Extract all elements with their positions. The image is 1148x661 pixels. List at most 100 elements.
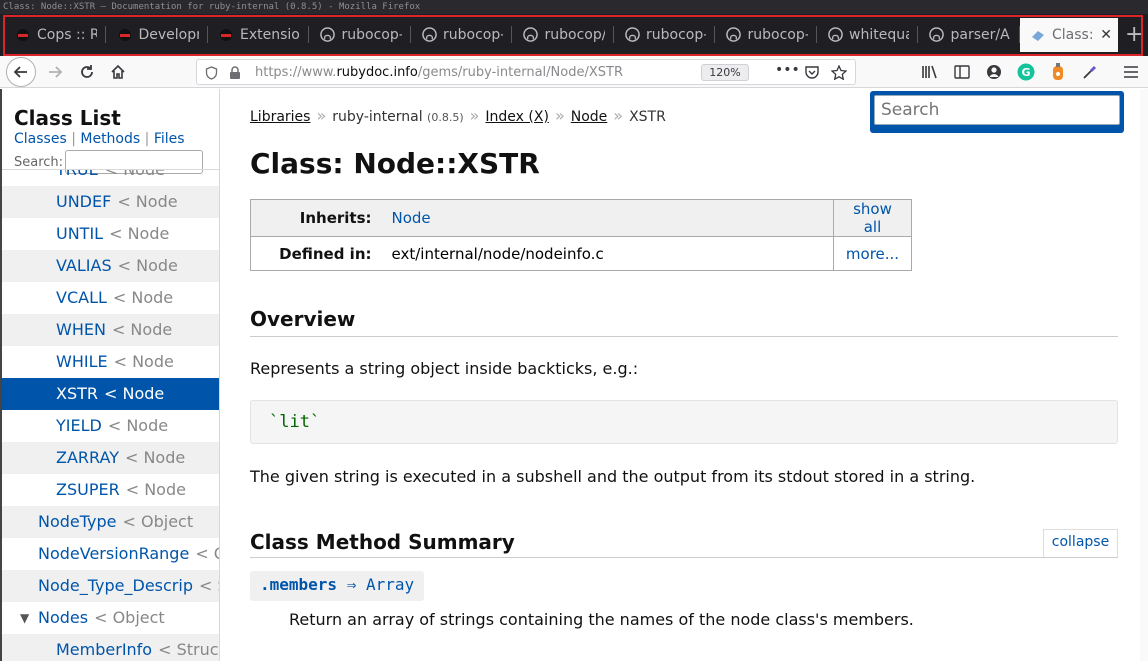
- superclass: < Node: [125, 480, 186, 499]
- library-icon[interactable]: [921, 63, 939, 81]
- menu-hamburger-icon[interactable]: [1122, 63, 1140, 81]
- page-actions-icon[interactable]: •••: [775, 62, 800, 78]
- grammarly-icon[interactable]: G: [1017, 63, 1035, 81]
- class-list-item[interactable]: ▼ Nodes < Object: [2, 602, 219, 634]
- class-name[interactable]: XSTR: [56, 384, 98, 403]
- tab-label: rubocop/: [544, 26, 605, 43]
- class-list-item[interactable]: TRUE < Node: [2, 170, 219, 186]
- class-list-item[interactable]: WHEN < Node: [2, 314, 219, 346]
- class-name[interactable]: Nodes: [38, 608, 88, 627]
- class-name[interactable]: UNTIL: [56, 224, 103, 243]
- class-list-item[interactable]: VCALL < Node: [2, 282, 219, 314]
- class-list-item[interactable]: UNDEF < Node: [2, 186, 219, 218]
- breadcrumb-index[interactable]: Index (X): [485, 109, 549, 125]
- zoom-level-badge[interactable]: 120%: [701, 64, 749, 81]
- inherits-link[interactable]: Node: [392, 209, 431, 227]
- rubocop-icon: [15, 27, 31, 43]
- method-signature[interactable]: .members ⇒ Array: [250, 571, 425, 601]
- forward-arrow-icon: [49, 66, 63, 78]
- back-button[interactable]: [6, 57, 36, 87]
- tab-label: whitequa: [849, 26, 909, 43]
- class-name[interactable]: ZSUPER: [56, 480, 120, 499]
- browser-tab[interactable]: rubocop-: [716, 18, 817, 51]
- superclass: < O: [195, 544, 219, 563]
- class-list-item[interactable]: VALIAS < Node: [2, 250, 219, 282]
- classes-link[interactable]: Classes: [14, 131, 67, 147]
- breadcrumb-separator: »: [469, 106, 480, 125]
- new-tab-button[interactable]: +: [1125, 24, 1143, 46]
- lock-icon[interactable]: [229, 65, 241, 84]
- pocket-icon[interactable]: [804, 65, 820, 84]
- browser-tab[interactable]: rubocop/: [513, 18, 614, 51]
- class-list-item[interactable]: NodeType < Object: [2, 506, 219, 538]
- superclass: < Node: [107, 416, 169, 435]
- method-name[interactable]: .members: [260, 575, 337, 594]
- breadcrumb-node[interactable]: Node: [571, 109, 608, 125]
- eyedropper-icon[interactable]: [1081, 63, 1099, 81]
- browser-tab[interactable]: Extensio: [208, 18, 309, 51]
- class-name[interactable]: VALIAS: [56, 256, 112, 275]
- method-return-arrow: ⇒: [346, 575, 357, 594]
- class-name[interactable]: WHILE: [56, 352, 108, 371]
- class-name[interactable]: ZARRAY: [56, 448, 119, 467]
- inherits-label: Inherits:: [250, 199, 382, 237]
- class-name[interactable]: MemberInfo: [56, 640, 152, 659]
- expand-triangle-icon[interactable]: ▼: [20, 602, 29, 634]
- class-list-item[interactable]: NodeVersionRange < O: [2, 538, 219, 570]
- sidebar-toggle-icon[interactable]: [953, 63, 971, 81]
- class-list-item[interactable]: XSTR < Node: [2, 378, 219, 410]
- files-link[interactable]: Files: [154, 131, 185, 147]
- class-name[interactable]: Node_Type_Descrip: [38, 576, 193, 595]
- shield-icon[interactable]: [205, 65, 218, 84]
- tab-label: Cops :: R: [37, 26, 97, 43]
- browser-tab[interactable]: rubocop-: [614, 18, 715, 51]
- doc-search-input[interactable]: [874, 95, 1120, 125]
- class-name[interactable]: YIELD: [56, 416, 102, 435]
- browser-tab[interactable]: rubocop-: [310, 18, 411, 51]
- more-button[interactable]: more...: [833, 236, 912, 271]
- bookmark-star-icon[interactable]: [830, 64, 848, 84]
- methods-link[interactable]: Methods: [80, 131, 140, 147]
- url-bar[interactable]: https://www.rubydoc.info/gems/ruby-inter…: [196, 59, 856, 85]
- browser-tab[interactable]: Developm: [107, 18, 208, 51]
- class-list-item[interactable]: MemberInfo < Struct: [2, 634, 219, 661]
- class-list-item[interactable]: ZSUPER < Node: [2, 474, 219, 506]
- class-list-item[interactable]: WHILE < Node: [2, 346, 219, 378]
- superclass: < S: [198, 576, 219, 595]
- browser-tab[interactable]: Class: ✕: [1020, 18, 1118, 52]
- close-tab-icon[interactable]: ✕: [1100, 27, 1112, 43]
- divider: [250, 557, 1118, 558]
- reload-button[interactable]: [72, 57, 102, 87]
- show-all-button[interactable]: show all: [833, 199, 912, 237]
- browser-tab[interactable]: whitequa: [817, 18, 918, 51]
- home-button[interactable]: [103, 57, 133, 87]
- class-name[interactable]: NodeType: [38, 512, 117, 531]
- collapse-button[interactable]: collapse: [1043, 529, 1118, 557]
- method-return-type: Array: [365, 575, 415, 594]
- rubydoc-icon: [1030, 27, 1046, 43]
- class-name[interactable]: TRUE: [56, 170, 99, 179]
- class-name[interactable]: UNDEF: [56, 192, 111, 211]
- class-name[interactable]: NodeVersionRange: [38, 544, 189, 563]
- browser-tab[interactable]: rubocop-: [411, 18, 512, 51]
- class-list-item[interactable]: UNTIL < Node: [2, 218, 219, 250]
- class-list-item[interactable]: YIELD < Node: [2, 410, 219, 442]
- browser-tab[interactable]: Cops :: R: [5, 18, 106, 51]
- class-name[interactable]: WHEN: [56, 320, 106, 339]
- superclass: < Node: [104, 384, 165, 403]
- tab-label: rubocop-: [443, 26, 503, 43]
- tab-strip: + Cops :: R Developm Extensio rubocop-ruboc…: [0, 14, 1148, 56]
- superclass: < Node: [117, 192, 178, 211]
- code-example: `lit`: [250, 400, 1118, 444]
- scrollbar[interactable]: [1140, 89, 1148, 661]
- extension-bottle-icon[interactable]: [1049, 63, 1067, 81]
- class-list-item[interactable]: ZARRAY < Node: [2, 442, 219, 474]
- browser-tab[interactable]: parser/A: [919, 18, 1020, 51]
- class-list-item[interactable]: Node_Type_Descrip < S: [2, 570, 219, 602]
- forward-button[interactable]: [40, 57, 70, 87]
- url-text[interactable]: https://www.rubydoc.info/gems/ruby-inter…: [255, 65, 623, 80]
- breadcrumb-libraries[interactable]: Libraries: [250, 109, 310, 125]
- class-name[interactable]: VCALL: [56, 288, 107, 307]
- superclass: < Node: [112, 288, 174, 307]
- account-icon[interactable]: [985, 63, 1003, 81]
